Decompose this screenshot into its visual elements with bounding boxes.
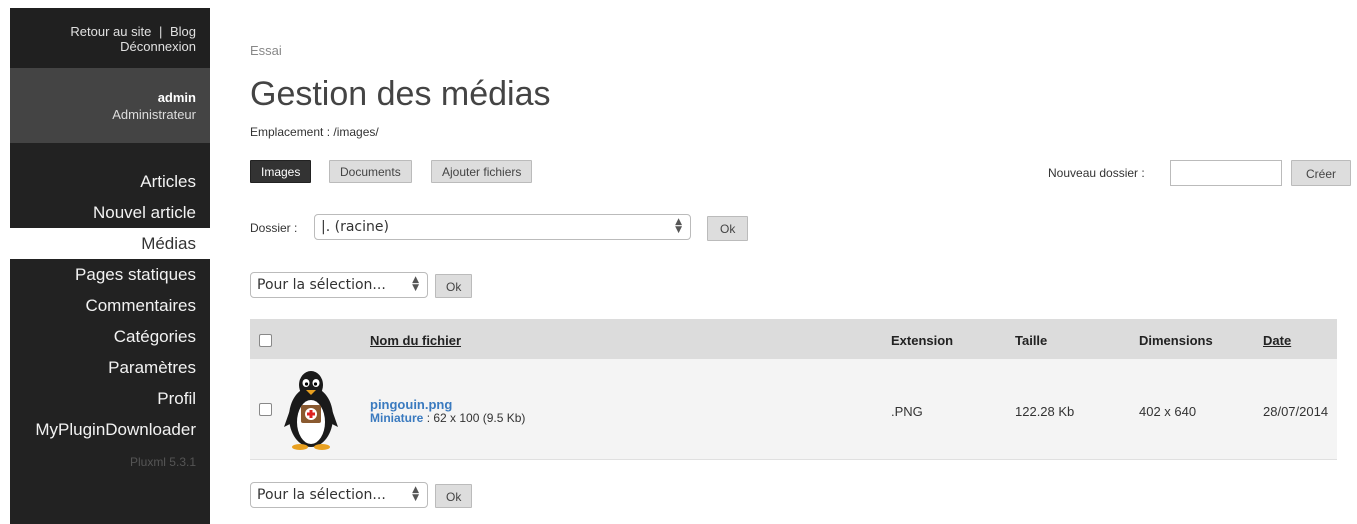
add-files-button[interactable]: Ajouter fichiers bbox=[431, 160, 533, 183]
penguin-thumbnail[interactable] bbox=[280, 365, 342, 451]
bulk-action-select-top[interactable]: Pour la sélection... ▲ ▼ bbox=[250, 272, 428, 298]
select-all-checkbox[interactable] bbox=[259, 334, 272, 347]
sidebar-item-settings[interactable]: Paramètres bbox=[10, 352, 210, 383]
file-name-link[interactable]: pingouin.png bbox=[370, 397, 452, 412]
table-header: Nom du fichier Extension Taille Dimensio… bbox=[250, 319, 1337, 359]
blog-link[interactable]: Blog bbox=[170, 24, 196, 39]
sidebar-item-myplugindownloader[interactable]: MyPluginDownloader bbox=[10, 414, 210, 445]
sidebar-item-medias[interactable]: Médias bbox=[10, 228, 210, 259]
main-content: Essai Gestion des médias Emplacement : /… bbox=[210, 8, 1357, 524]
thumbnail-info: Miniature : 62 x 100 (9.5 Kb) bbox=[370, 411, 525, 425]
thumbnail-details: : 62 x 100 (9.5 Kb) bbox=[426, 411, 526, 425]
user-panel: admin Administrateur bbox=[10, 68, 210, 143]
sidebar-item-articles[interactable]: Articles bbox=[10, 166, 210, 197]
bulk-action-select-bottom[interactable]: Pour la sélection... ▲ ▼ bbox=[250, 482, 428, 508]
bulk-ok-button-bottom[interactable]: Ok bbox=[435, 484, 473, 508]
header-date[interactable]: Date bbox=[1263, 333, 1291, 348]
sidebar-item-comments[interactable]: Commentaires bbox=[10, 290, 210, 321]
header-extension: Extension bbox=[891, 333, 954, 348]
user-name: admin bbox=[157, 90, 196, 105]
cell-extension: .PNG bbox=[891, 404, 923, 419]
new-folder-input[interactable] bbox=[1170, 160, 1282, 186]
tab-documents[interactable]: Documents bbox=[329, 160, 412, 183]
link-separator: | bbox=[158, 24, 163, 39]
sidebar-item-static-pages[interactable]: Pages statiques bbox=[10, 259, 210, 290]
updown-arrows-icon: ▲ ▼ bbox=[412, 275, 419, 293]
page-title: Gestion des médias bbox=[250, 75, 551, 113]
bulk-ok-button-top[interactable]: Ok bbox=[435, 274, 473, 298]
user-role: Administrateur bbox=[112, 107, 196, 122]
folder-ok-button[interactable]: Ok bbox=[707, 216, 749, 241]
folder-select[interactable]: |. (racine) ▲ ▼ bbox=[314, 214, 691, 240]
row-checkbox[interactable] bbox=[259, 403, 272, 416]
location-path: Emplacement : /images/ bbox=[250, 125, 379, 139]
cell-size: 122.28 Kb bbox=[1015, 404, 1075, 419]
sidebar-menu: Articles Nouvel article Médias Pages sta… bbox=[10, 166, 210, 445]
header-size: Taille bbox=[1015, 333, 1048, 348]
breadcrumb[interactable]: Essai bbox=[250, 43, 282, 58]
table-row: pingouin.png Miniature : 62 x 100 (9.5 K… bbox=[250, 359, 1337, 460]
folder-label: Dossier : bbox=[250, 221, 298, 235]
sidebar-item-categories[interactable]: Catégories bbox=[10, 321, 210, 352]
sidebar-top-links: Retour au site | Blog Déconnexion bbox=[10, 8, 210, 68]
back-to-site-link[interactable]: Retour au site bbox=[70, 24, 151, 39]
cell-dimensions: 402 x 640 bbox=[1139, 404, 1197, 419]
sidebar: Retour au site | Blog Déconnexion admin … bbox=[10, 8, 210, 524]
tab-images[interactable]: Images bbox=[250, 160, 312, 183]
bulk-action-value-top: Pour la sélection... bbox=[257, 277, 386, 293]
header-filename[interactable]: Nom du fichier bbox=[370, 333, 461, 348]
create-folder-button[interactable]: Créer bbox=[1291, 160, 1352, 186]
version-label: Pluxml 5.3.1 bbox=[129, 455, 196, 469]
header-dimensions: Dimensions bbox=[1139, 333, 1213, 348]
folder-select-value: |. (racine) bbox=[321, 219, 389, 235]
logout-link[interactable]: Déconnexion bbox=[120, 39, 196, 54]
sidebar-item-new-article[interactable]: Nouvel article bbox=[10, 197, 210, 228]
new-folder-label: Nouveau dossier : bbox=[1048, 166, 1145, 180]
sidebar-item-profile[interactable]: Profil bbox=[10, 383, 210, 414]
updown-arrows-icon: ▲ ▼ bbox=[412, 485, 419, 503]
cell-date: 28/07/2014 bbox=[1263, 404, 1329, 419]
thumbnail-link[interactable]: Miniature bbox=[370, 411, 423, 425]
top-border bbox=[0, 0, 1357, 8]
bulk-action-value-bottom: Pour la sélection... bbox=[257, 487, 386, 503]
updown-arrows-icon: ▲ ▼ bbox=[675, 217, 682, 235]
